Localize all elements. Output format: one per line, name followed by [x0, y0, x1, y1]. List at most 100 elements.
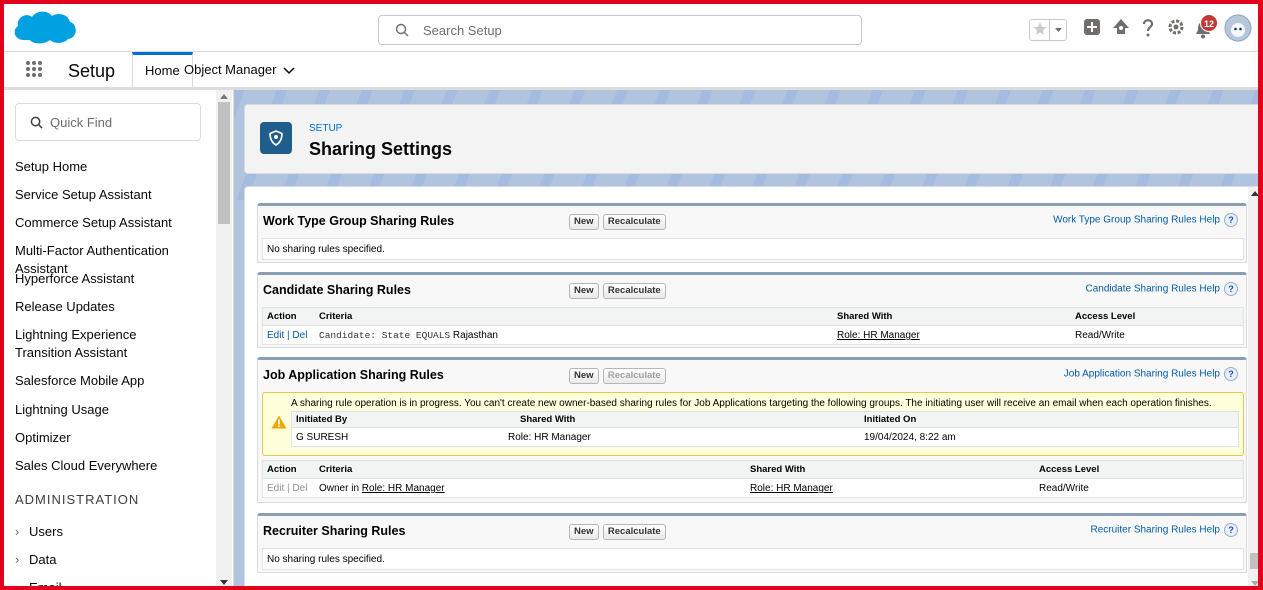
- tab-object-manager-label: Object Manager: [184, 62, 277, 77]
- sidebar-scroll-thumb[interactable]: [218, 102, 230, 224]
- content-scrollbar[interactable]: [1248, 187, 1258, 586]
- warning-icon: [271, 415, 287, 429]
- chevron-down-icon[interactable]: [282, 67, 295, 75]
- sidebar-item-lightning-usage[interactable]: Lightning Usage: [15, 401, 215, 419]
- help-link[interactable]: Work Type Group Sharing Rules Help?: [1053, 213, 1238, 227]
- shared-with-link[interactable]: Role: HR Manager: [750, 481, 833, 497]
- sidebar-item-release-updates[interactable]: Release Updates: [15, 298, 215, 316]
- help-link-label: Recruiter Sharing Rules Help: [1090, 524, 1220, 536]
- scroll-up-arrow[interactable]: [220, 94, 228, 99]
- shared-with-link[interactable]: Role: HR Manager: [837, 328, 920, 344]
- initiated-by: G SURESH: [296, 432, 349, 443]
- new-button[interactable]: New: [569, 524, 599, 540]
- scroll-down-arrow[interactable]: [1251, 581, 1258, 586]
- chevron-right-icon: ›: [15, 524, 20, 539]
- quick-find-input[interactable]: Quick Find: [15, 103, 201, 141]
- criteria-code: Candidate: State EQUALS: [319, 330, 451, 341]
- gear-icon[interactable]: [1167, 18, 1185, 36]
- global-header: Search Setup 12: [4, 4, 1258, 52]
- table-header: [292, 412, 1238, 428]
- sidebar-item-sales-cloud-everywhere[interactable]: Sales Cloud Everywhere: [15, 457, 215, 475]
- sidebar-scrollbar[interactable]: [216, 90, 232, 586]
- search-placeholder: Search Setup: [423, 23, 502, 38]
- edit-link[interactable]: Edit: [267, 483, 284, 494]
- action-separator: |: [287, 483, 290, 494]
- sidebar-item-service-setup-assistant[interactable]: Service Setup Assistant: [15, 186, 215, 204]
- trailhead-icon[interactable]: [1111, 18, 1131, 36]
- criteria-value: Rajasthan: [452, 330, 498, 341]
- sidebar-item-optimizer[interactable]: Optimizer: [15, 429, 215, 447]
- section-recruiter: Recruiter Sharing Rules New Recalculate …: [257, 513, 1247, 573]
- new-button[interactable]: New: [569, 283, 599, 299]
- sidebar-heading-administration: ADMINISTRATION: [15, 492, 140, 507]
- sidebar-item-email[interactable]: › Email: [15, 580, 62, 586]
- new-button[interactable]: New: [569, 214, 599, 230]
- section-buttons: New Recalculate: [569, 523, 667, 540]
- page-title: Sharing Settings: [309, 139, 453, 159]
- tab-object-manager[interactable]: Object Manager: [172, 52, 307, 90]
- sidebar-item-lightning-transition-assistant[interactable]: Lightning Experience Transition Assistan…: [15, 326, 195, 362]
- help-icon: ?: [1224, 213, 1238, 227]
- row-criteria: Owner in Role: HR Manager: [319, 481, 445, 497]
- help-link[interactable]: Candidate Sharing Rules Help?: [1085, 282, 1238, 296]
- quick-find-placeholder: Quick Find: [50, 115, 113, 130]
- sidebar-item-users[interactable]: › Users: [15, 524, 63, 539]
- empty-message: No sharing rules specified.: [262, 238, 1244, 260]
- global-search[interactable]: Search Setup: [378, 15, 862, 45]
- help-icon: ?: [1224, 523, 1238, 537]
- add-icon[interactable]: [1083, 18, 1101, 36]
- app-launcher-icon[interactable]: [25, 60, 43, 78]
- sidebar-item-commerce-setup-assistant[interactable]: Commerce Setup Assistant: [15, 214, 215, 232]
- column-header-initiated-on: Initiated On: [864, 414, 917, 425]
- column-header-access-level: Access Level: [1039, 464, 1100, 475]
- help-link-label: Candidate Sharing Rules Help: [1085, 283, 1220, 295]
- app-name: Setup: [68, 61, 116, 81]
- row-actions: Edit | Del: [267, 328, 307, 344]
- recalculate-button[interactable]: Recalculate: [602, 283, 666, 299]
- delete-link[interactable]: Del: [292, 330, 307, 341]
- help-icon[interactable]: [1140, 18, 1156, 38]
- sidebar-item-data[interactable]: › Data: [15, 552, 56, 567]
- in-progress-table: Initiated By Shared With Initiated On G …: [291, 411, 1239, 447]
- scroll-down-arrow[interactable]: [220, 580, 228, 585]
- notification-badge: 12: [1200, 14, 1218, 32]
- app-nav-bar: Setup Home Object Manager: [4, 52, 1258, 90]
- sidebar-item-salesforce-mobile-app[interactable]: Salesforce Mobile App: [15, 372, 215, 390]
- sidebar-item-hyperforce-assistant[interactable]: Hyperforce Assistant: [15, 270, 215, 288]
- column-header-action: Action: [267, 464, 297, 475]
- main-area: SETUP Sharing Settings Work Type Group S…: [234, 90, 1258, 586]
- section-candidate: Candidate Sharing Rules New Recalculate …: [257, 272, 1247, 348]
- favorites-dropdown[interactable]: [1049, 20, 1066, 40]
- scroll-up-arrow[interactable]: [1251, 191, 1258, 196]
- delete-link[interactable]: Del: [292, 483, 307, 494]
- new-button[interactable]: New: [569, 368, 599, 384]
- help-link[interactable]: Job Application Sharing Rules Help?: [1064, 367, 1238, 381]
- recalculate-button[interactable]: Recalculate: [602, 368, 666, 384]
- shared-with: Role: HR Manager: [508, 432, 591, 443]
- salesforce-logo[interactable]: [10, 10, 78, 46]
- recalculate-button[interactable]: Recalculate: [602, 214, 666, 230]
- search-icon: [395, 23, 409, 37]
- section-title: Recruiter Sharing Rules: [263, 524, 406, 538]
- row-actions: Edit | Del: [267, 481, 307, 497]
- page-pre-title: SETUP: [309, 123, 343, 134]
- help-link-label: Work Type Group Sharing Rules Help: [1053, 214, 1220, 226]
- chevron-right-icon: ›: [15, 552, 20, 567]
- rules-table: Action Criteria Shared With Access Level…: [262, 460, 1244, 498]
- content-scroll-thumb[interactable]: [1250, 553, 1258, 569]
- help-icon: ?: [1224, 282, 1238, 296]
- section-work-type-group: Work Type Group Sharing Rules New Recalc…: [257, 203, 1247, 263]
- help-link[interactable]: Recruiter Sharing Rules Help?: [1090, 523, 1238, 537]
- initiated-on: 19/04/2024, 8:22 am: [864, 432, 956, 443]
- section-buttons: New Recalculate: [569, 367, 667, 384]
- sidebar-item-setup-home[interactable]: Setup Home: [15, 158, 215, 176]
- action-separator: |: [287, 330, 290, 341]
- column-header-initiated-by: Initiated By: [296, 414, 348, 425]
- edit-link[interactable]: Edit: [267, 330, 284, 341]
- recalculate-button[interactable]: Recalculate: [602, 524, 666, 540]
- favorites-button[interactable]: [1029, 19, 1067, 41]
- column-header-access-level: Access Level: [1075, 311, 1136, 322]
- avatar[interactable]: [1224, 14, 1252, 42]
- criteria-role-link[interactable]: Role: HR Manager: [362, 483, 445, 494]
- page-header: SETUP Sharing Settings: [244, 104, 1258, 174]
